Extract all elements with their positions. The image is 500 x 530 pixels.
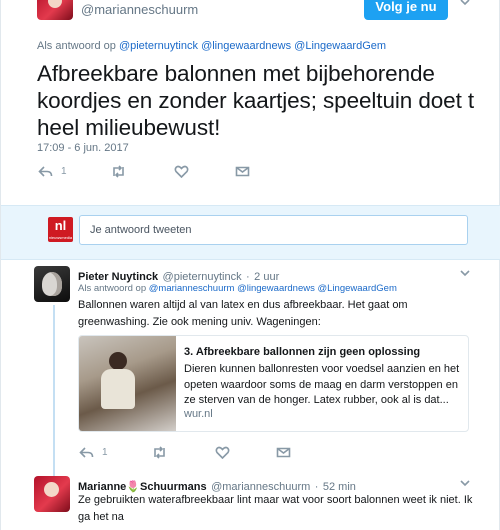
reply-text: Ballonnen waren altijd al van latex en d… <box>78 299 408 328</box>
mention-link[interactable]: @lingewaardnews <box>237 283 315 294</box>
reply-context: Als antwoord op @marianneschuurm @lingew… <box>78 283 397 294</box>
mention-link[interactable]: @LingewaardGem <box>318 283 397 294</box>
card-description: Dieren kunnen ballonresten voor voedsel … <box>184 363 460 406</box>
reply-context: Als antwoord op @pieternuytinck @lingewa… <box>37 40 386 52</box>
avatar[interactable] <box>37 0 73 20</box>
mention-link[interactable]: @LingewaardGem <box>294 40 386 52</box>
mention-link[interactable]: @marianneschuurm <box>149 283 235 294</box>
composer-avatar: nl nieuwsmedia <box>48 217 73 242</box>
tweet-actions: 1 <box>38 165 288 178</box>
reply-prefix: Als antwoord op <box>78 283 147 294</box>
retweet-button[interactable] <box>152 446 167 459</box>
like-button[interactable] <box>215 446 230 459</box>
card-title: 3. Afbreekbare ballonnen zijn geen oplos… <box>184 346 421 358</box>
direct-message-button[interactable] <box>276 446 291 459</box>
reply-text: Ze gebruikten waterafbreekbaar lint maar… <box>78 494 473 523</box>
reply-time[interactable]: 2 uur <box>254 271 279 283</box>
tweet-timestamp[interactable]: 17:09 - 6 jun. 2017 <box>37 142 129 154</box>
retweet-icon <box>111 165 126 178</box>
logo-text: nl <box>54 218 67 233</box>
chevron-down-icon[interactable] <box>459 0 471 8</box>
tweet-panel: @marianneschuurm Volg je nu Als antwoord… <box>0 0 500 530</box>
chevron-down-icon[interactable] <box>459 477 471 489</box>
reply-button[interactable]: 1 <box>38 165 67 178</box>
heart-icon <box>174 165 189 178</box>
reply-icon <box>38 165 53 178</box>
mention-link[interactable]: @lingewaardnews <box>201 40 291 52</box>
reply-actions: 1 <box>79 446 329 459</box>
reply-button[interactable]: 1 <box>79 446 108 459</box>
link-card[interactable]: 3. Afbreekbare ballonnen zijn geen oplos… <box>78 335 469 432</box>
thread-line <box>53 305 55 477</box>
envelope-icon <box>276 446 291 459</box>
logo-subtext: nieuwsmedia <box>48 235 73 240</box>
follow-button[interactable]: Volg je nu <box>364 0 448 20</box>
mention-link[interactable]: @pieternuytinck <box>119 40 198 52</box>
author-name[interactable]: Pieter Nuytinck <box>78 271 158 283</box>
tweet-text: Afbreekbare balonnen met bijbehorende ko… <box>37 61 475 140</box>
heart-icon <box>215 446 230 459</box>
author-handle[interactable]: @pieternuytinck <box>163 271 242 283</box>
author-handle[interactable]: @marianneschuurm <box>81 2 198 17</box>
reply-count: 1 <box>102 447 108 458</box>
reply-icon <box>79 446 94 459</box>
envelope-icon <box>235 165 250 178</box>
chevron-down-icon[interactable] <box>459 267 471 279</box>
retweet-icon <box>152 446 167 459</box>
reply-prefix: Als antwoord op <box>37 40 116 52</box>
direct-message-button[interactable] <box>235 165 250 178</box>
card-domain: wur.nl <box>184 408 213 420</box>
avatar[interactable] <box>34 266 70 302</box>
reply-count: 1 <box>61 166 67 177</box>
reply-input[interactable]: Je antwoord tweeten <box>79 215 468 245</box>
card-image <box>79 336 176 431</box>
retweet-button[interactable] <box>111 165 126 178</box>
avatar[interactable] <box>34 476 70 512</box>
like-button[interactable] <box>174 165 189 178</box>
